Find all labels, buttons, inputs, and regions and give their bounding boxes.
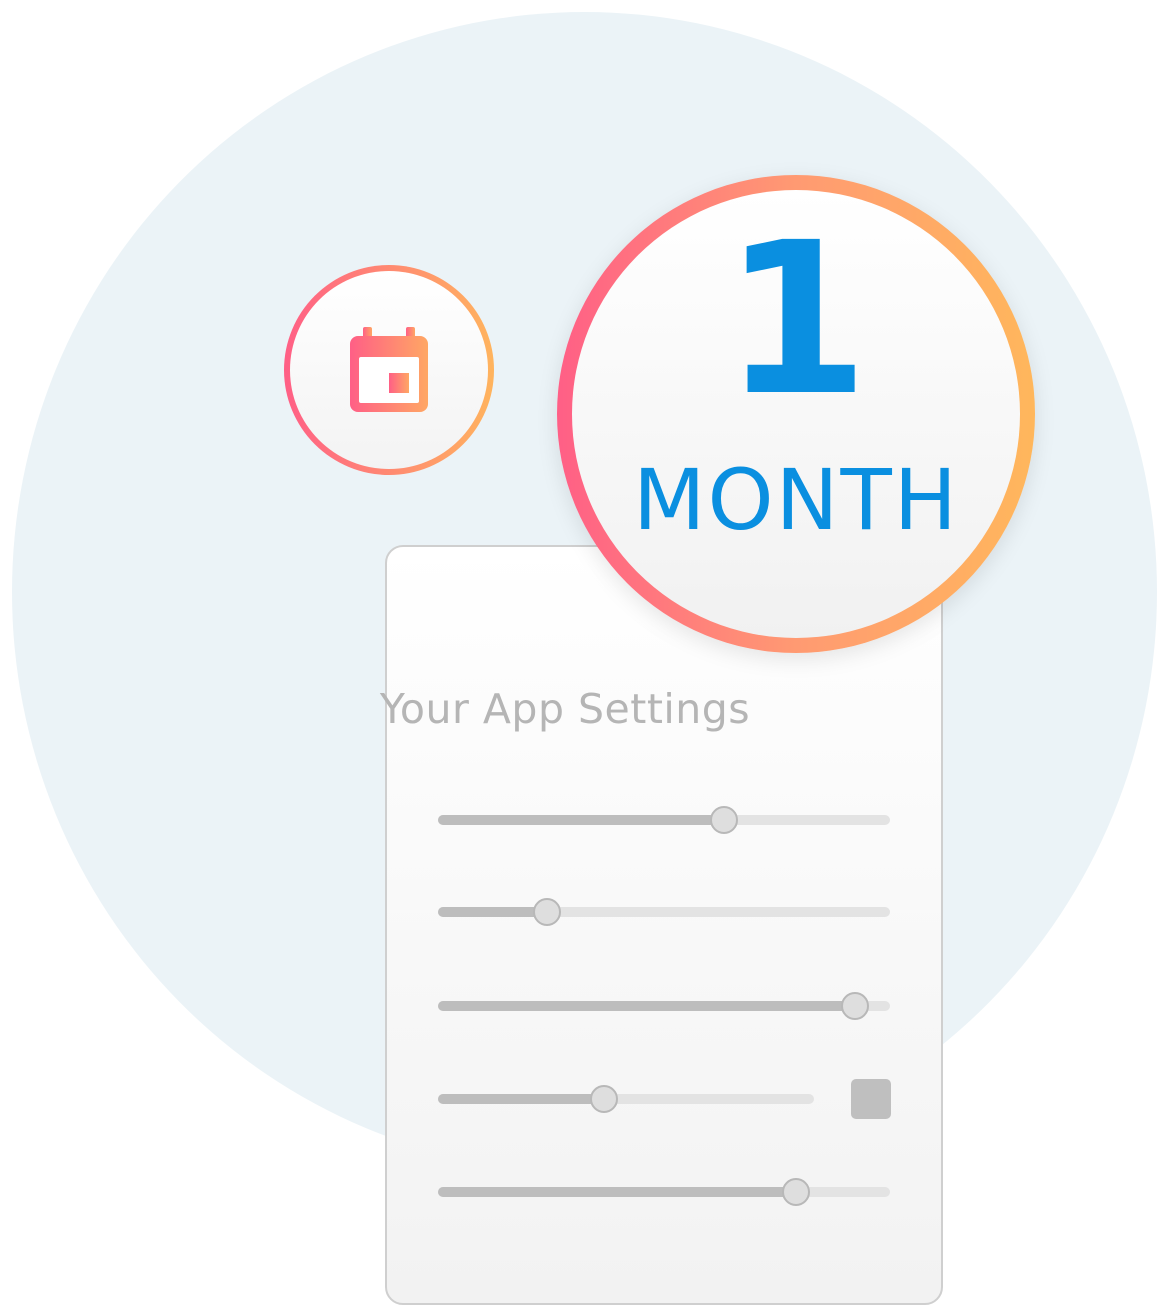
slider-fill: [438, 1001, 854, 1011]
settings-slider-2[interactable]: [438, 898, 890, 926]
slider-thumb[interactable]: [840, 992, 869, 1020]
settings-card-title: Your App Settings: [379, 685, 751, 733]
calendar-icon: [350, 327, 428, 412]
settings-slider-1[interactable]: [438, 806, 890, 834]
month-label: MONTH: [633, 451, 959, 549]
slider-fill: [438, 1094, 604, 1104]
slider-fill: [438, 907, 547, 917]
calendar-badge: [284, 265, 494, 475]
slider-thumb[interactable]: [709, 806, 738, 834]
settings-slider-4[interactable]: [438, 1085, 814, 1113]
slider-fill: [438, 1187, 796, 1197]
slider-fill: [438, 815, 723, 825]
settings-slider-3[interactable]: [438, 992, 890, 1020]
settings-slider-5[interactable]: [438, 1178, 890, 1206]
square-toggle[interactable]: [851, 1079, 891, 1119]
month-count: 1: [722, 197, 870, 442]
slider-thumb[interactable]: [782, 1178, 811, 1206]
